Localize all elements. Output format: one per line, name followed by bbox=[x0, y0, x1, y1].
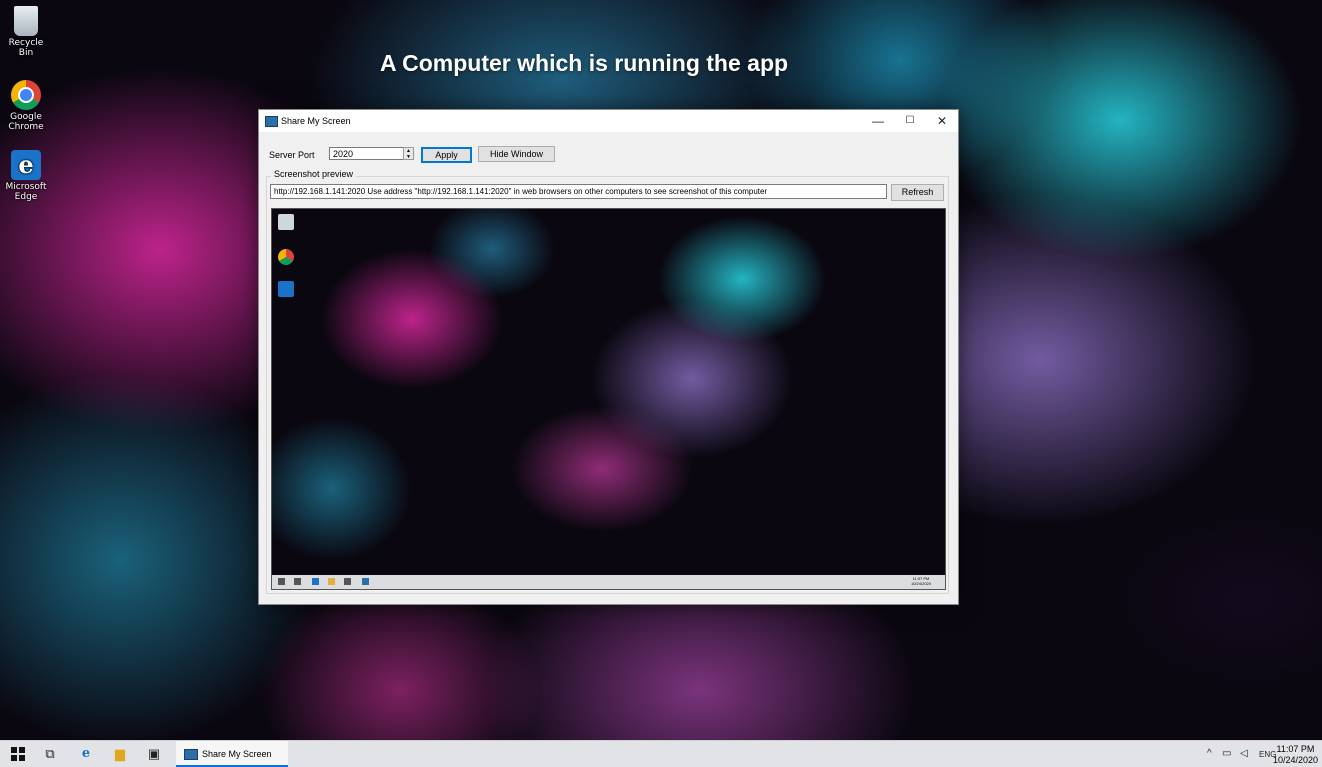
edge-icon[interactable]: e bbox=[78, 746, 94, 762]
file-explorer-icon[interactable]: ▆ bbox=[112, 746, 128, 762]
apply-button[interactable]: Apply bbox=[421, 147, 472, 163]
preview-date: 10/24/2020 bbox=[910, 581, 931, 586]
server-url-field[interactable]: http://192.168.1.141:2020 Use address "h… bbox=[270, 184, 887, 199]
preview-edge-icon bbox=[278, 281, 294, 297]
volume-icon[interactable]: ◁ bbox=[1240, 748, 1248, 759]
screenshot-preview-image: 11:07 PM 10/24/2020 bbox=[271, 208, 946, 590]
clock-date: 10/24/2020 bbox=[1272, 755, 1318, 765]
screenshot-preview-label: Screenshot preview bbox=[271, 169, 357, 179]
port-spinner[interactable]: ▲ ▼ bbox=[403, 147, 414, 160]
desktop-icon-chrome[interactable]: Google Chrome bbox=[4, 80, 48, 132]
desktop-icon-label: Recycle Bin bbox=[8, 38, 44, 58]
preview-clock: 11:07 PM 10/24/2020 bbox=[911, 576, 931, 586]
app-icon bbox=[265, 116, 278, 127]
window-titlebar[interactable]: Share My Screen — ☐ ✕ bbox=[259, 110, 958, 132]
window-title: Share My Screen bbox=[281, 116, 351, 126]
server-port-label: Server Port bbox=[269, 150, 315, 160]
edge-icon: e bbox=[11, 150, 41, 180]
preview-chrome-icon bbox=[278, 249, 294, 265]
hide-window-button[interactable]: Hide Window bbox=[478, 146, 555, 162]
windows-start-icon[interactable] bbox=[10, 746, 26, 762]
preview-start-icon bbox=[278, 578, 285, 585]
chevron-up-icon[interactable]: ^ bbox=[1207, 748, 1212, 759]
share-my-screen-window: Share My Screen — ☐ ✕ Server Port 2020 ▲… bbox=[258, 109, 959, 605]
preview-recycle-bin-icon bbox=[278, 214, 294, 230]
preview-edge-icon bbox=[312, 578, 319, 585]
desktop-icon-edge[interactable]: e Microsoft Edge bbox=[4, 150, 48, 202]
refresh-button[interactable]: Refresh bbox=[891, 184, 944, 201]
chrome-icon bbox=[11, 80, 41, 110]
taskbar-app-label: Share My Screen bbox=[202, 749, 272, 759]
store-icon[interactable]: ▣ bbox=[146, 746, 162, 762]
preview-store-icon bbox=[344, 578, 351, 585]
taskbar-clock[interactable]: 11:07 PM 10/24/2020 bbox=[1273, 744, 1318, 766]
recycle-bin-icon bbox=[14, 6, 38, 36]
taskbar-app-share-my-screen[interactable]: Share My Screen bbox=[176, 741, 288, 767]
network-icon[interactable]: ▭ bbox=[1222, 748, 1231, 759]
desktop-icon-label: Google Chrome bbox=[8, 112, 44, 132]
minimize-button[interactable]: — bbox=[862, 110, 894, 132]
preview-app-icon bbox=[362, 578, 369, 585]
maximize-button[interactable]: ☐ bbox=[894, 110, 926, 132]
clock-time: 11:07 PM bbox=[1276, 744, 1315, 754]
desktop-icon-label: Microsoft Edge bbox=[5, 182, 47, 202]
task-view-icon[interactable]: ⧉ bbox=[42, 746, 58, 762]
app-icon bbox=[184, 749, 198, 760]
preview-folder-icon bbox=[328, 578, 335, 585]
overlay-caption: A Computer which is running the app bbox=[380, 50, 789, 76]
desktop-icon-recycle-bin[interactable]: Recycle Bin bbox=[4, 6, 48, 58]
server-port-input[interactable]: 2020 bbox=[329, 147, 413, 160]
preview-taskview-icon bbox=[294, 578, 301, 585]
close-button[interactable]: ✕ bbox=[926, 110, 958, 132]
taskbar: ⧉ e ▆ ▣ Share My Screen ^ ▭ ◁ ENG 11:07 … bbox=[0, 740, 1322, 767]
preview-taskbar: 11:07 PM 10/24/2020 bbox=[272, 575, 945, 589]
